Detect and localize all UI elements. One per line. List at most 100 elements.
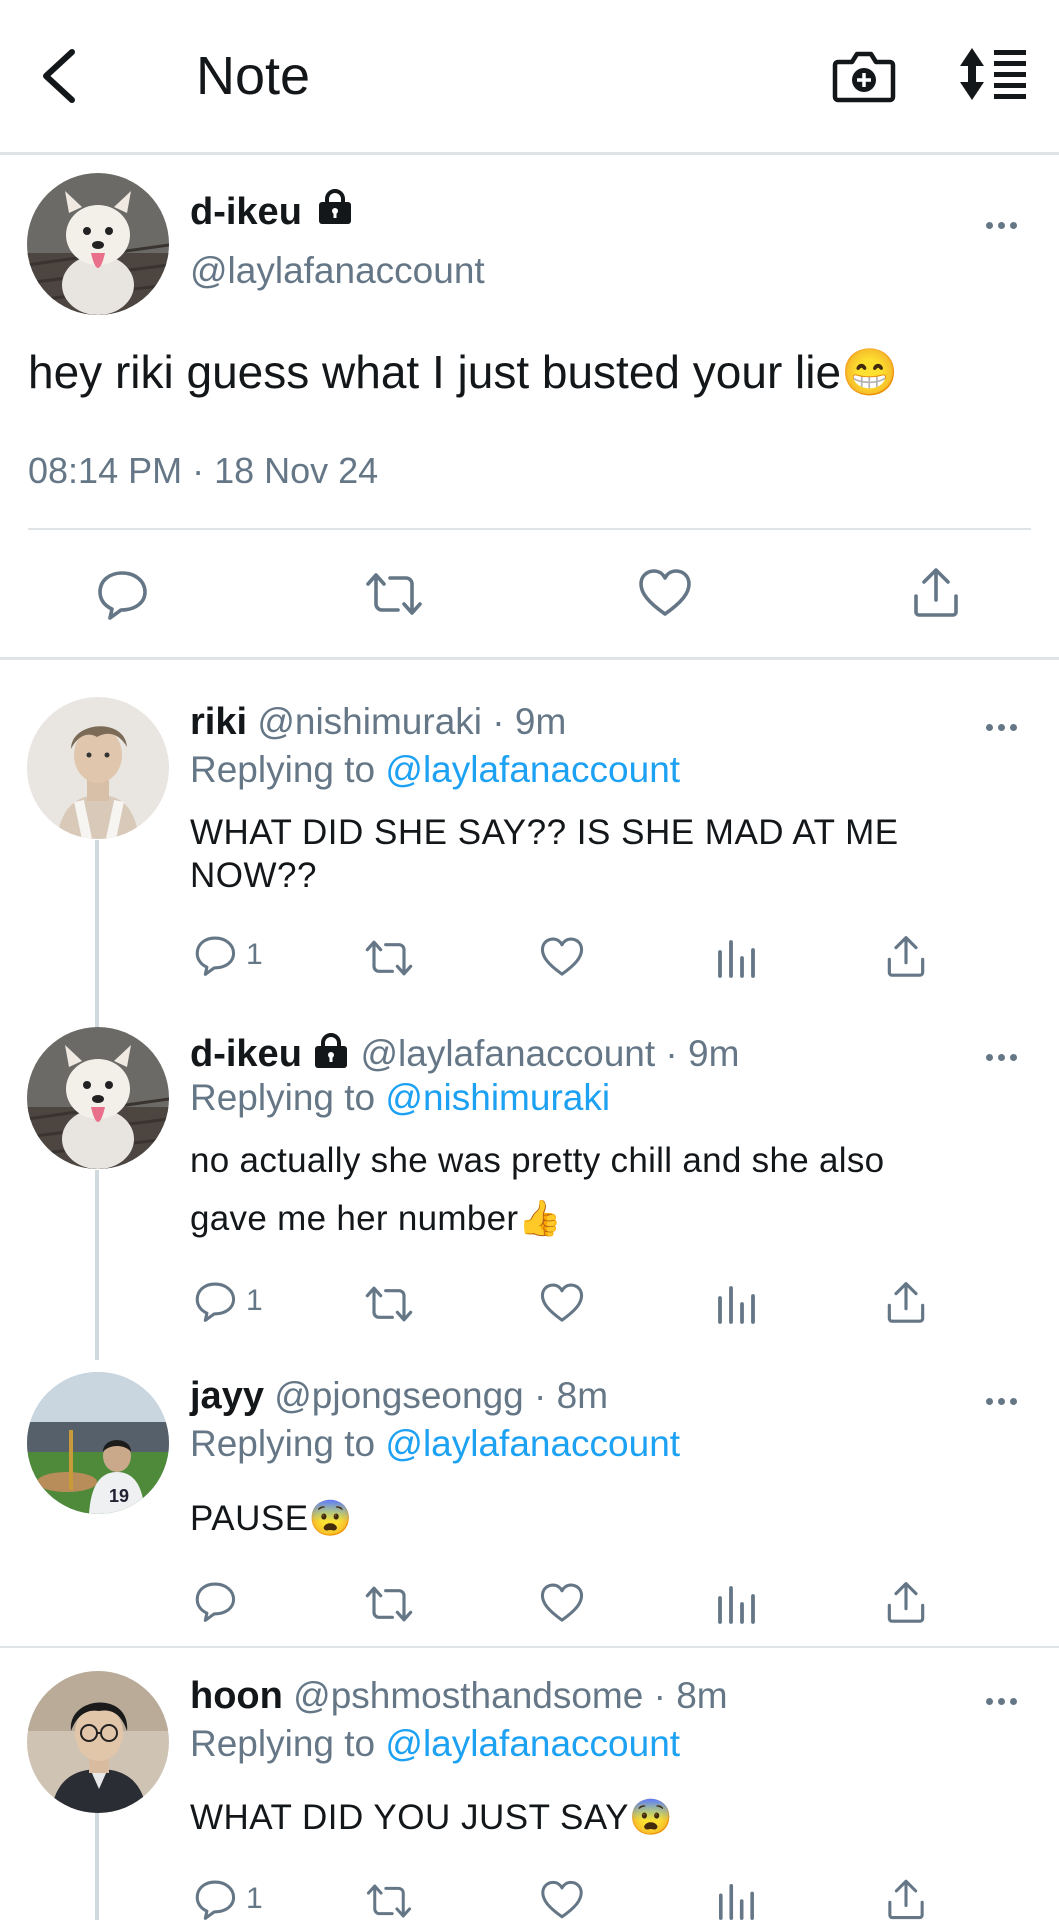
analytics-button[interactable]	[716, 1882, 756, 1920]
emoji: 😁	[841, 346, 899, 398]
reply-icon	[195, 1282, 236, 1322]
like-button[interactable]	[540, 936, 584, 978]
retweet-button[interactable]	[364, 1882, 414, 1920]
heart-icon	[639, 569, 691, 616]
author-name-text: d-ikeu	[190, 191, 302, 233]
share-button[interactable]	[886, 1878, 926, 1920]
reply-text: PAUSE😨	[190, 1490, 1040, 1548]
replying-to-link[interactable]: @nishimuraki	[385, 1077, 610, 1118]
share-button[interactable]	[886, 1280, 926, 1324]
more-options-button[interactable]	[986, 1692, 1026, 1712]
analytics-icon	[718, 940, 755, 978]
replying-to-label: Replying to	[190, 1723, 376, 1764]
replying-to-link[interactable]: @laylafanaccount	[385, 1423, 680, 1464]
avatar[interactable]: 19	[27, 1372, 169, 1514]
share-button[interactable]	[912, 566, 960, 618]
share-icon	[914, 568, 958, 617]
reply-author-handle[interactable]: @pjongseongg · 8m	[274, 1375, 608, 1416]
reply-text-body: gave me her number	[190, 1199, 519, 1238]
tweet-text-body: hey riki guess what I just busted your l…	[28, 346, 842, 398]
back-button[interactable]	[36, 44, 84, 108]
emoji: 👍	[518, 1199, 563, 1238]
more-options-button[interactable]	[986, 1392, 1026, 1412]
camera-plus-icon	[832, 51, 896, 103]
reply-button[interactable]	[194, 1580, 246, 1622]
reply-button[interactable]	[96, 568, 148, 620]
more-horizontal-icon	[986, 1048, 1026, 1066]
like-button[interactable]	[540, 1880, 584, 1920]
avatar[interactable]	[27, 1671, 169, 1813]
more-options-button[interactable]	[986, 718, 1026, 738]
sort-button[interactable]	[958, 46, 1028, 102]
reply-text: WHAT DID SHE SAY?? IS SHE MAD AT ME NOW?…	[190, 804, 1040, 898]
replying-to: Replying to @nishimuraki	[190, 1076, 610, 1120]
replying-to-link[interactable]: @laylafanaccount	[385, 1723, 680, 1764]
more-horizontal-icon	[986, 1392, 1026, 1410]
reply-header: hoon @pshmosthandsome · 8m	[190, 1674, 728, 1718]
reply-author-name[interactable]: d-ikeu	[190, 1033, 302, 1075]
retweet-icon	[365, 940, 413, 976]
replying-to: Replying to @laylafanaccount	[190, 1722, 680, 1766]
reply-icon	[98, 571, 147, 620]
reply-count: 1	[246, 1882, 263, 1915]
retweet-icon	[366, 573, 422, 615]
camera-button[interactable]	[832, 46, 896, 106]
more-options-button[interactable]	[986, 216, 1026, 236]
like-button[interactable]	[540, 1582, 584, 1624]
reply-button[interactable]: 1	[194, 1878, 263, 1920]
tweet-timestamp: 08:14 PM · 18 Nov 24	[28, 450, 379, 491]
reply-text-body: PAUSE	[190, 1499, 309, 1538]
author-name[interactable]: d-ikeu	[190, 188, 354, 234]
retweet-button[interactable]	[364, 570, 424, 618]
like-button[interactable]	[540, 1282, 584, 1324]
avatar[interactable]	[27, 1027, 169, 1169]
retweet-button[interactable]	[364, 938, 414, 978]
emoji: 😨	[629, 1798, 674, 1837]
retweet-icon	[365, 1586, 413, 1622]
top-bar: Note	[0, 0, 1059, 155]
reply-count: 1	[246, 1284, 263, 1317]
page-title: Note	[196, 46, 311, 106]
reply-text: WHAT DID YOU JUST SAY😨	[190, 1789, 1040, 1847]
replying-to-label: Replying to	[190, 1077, 376, 1118]
section-divider	[0, 1646, 1059, 1648]
more-options-button[interactable]	[986, 1048, 1026, 1068]
analytics-button[interactable]	[716, 938, 756, 978]
share-icon	[887, 1282, 925, 1323]
analytics-button[interactable]	[716, 1284, 756, 1324]
author-handle[interactable]: @laylafanaccount	[190, 250, 485, 292]
replying-to-link[interactable]: @laylafanaccount	[385, 749, 680, 790]
analytics-button[interactable]	[716, 1584, 756, 1624]
share-icon	[887, 1582, 925, 1623]
reply-icon	[195, 1880, 236, 1920]
reply-author-handle[interactable]: @nishimuraki · 9m	[257, 701, 566, 742]
reply-author-name[interactable]: jayy	[190, 1375, 264, 1417]
share-button[interactable]	[886, 1580, 926, 1624]
reply-author-name[interactable]: hoon	[190, 1675, 283, 1717]
reply-author-name[interactable]: riki	[190, 701, 247, 743]
retweet-button[interactable]	[364, 1284, 414, 1324]
share-button[interactable]	[886, 934, 926, 978]
reply-author-handle[interactable]: @laylafanaccount · 9m	[360, 1033, 739, 1074]
reply-text-line: no actually she was pretty chill and she…	[190, 1141, 885, 1180]
emoji: 😨	[308, 1499, 353, 1538]
reply-button[interactable]: 1	[194, 1280, 263, 1322]
replying-to: Replying to @laylafanaccount	[190, 1422, 680, 1466]
retweet-button[interactable]	[364, 1584, 414, 1624]
chevron-left-icon	[43, 49, 75, 103]
avatar[interactable]	[27, 173, 169, 315]
heart-icon	[541, 1880, 583, 1919]
more-horizontal-icon	[986, 718, 1026, 736]
retweet-icon	[366, 1884, 412, 1918]
reply-header: jayy @pjongseongg · 8m	[190, 1374, 608, 1418]
reply-count: 1	[246, 938, 263, 971]
lock-icon	[319, 189, 352, 224]
reply-author-handle[interactable]: @pshmosthandsome · 8m	[293, 1675, 727, 1716]
avatar[interactable]	[27, 697, 169, 839]
reply-button[interactable]: 1	[194, 934, 263, 976]
share-icon	[887, 936, 925, 977]
like-button[interactable]	[638, 568, 692, 618]
reply-icon	[195, 1582, 236, 1622]
tweet-text: hey riki guess what I just busted your l…	[28, 345, 898, 400]
replying-to: Replying to @laylafanaccount	[190, 748, 680, 792]
